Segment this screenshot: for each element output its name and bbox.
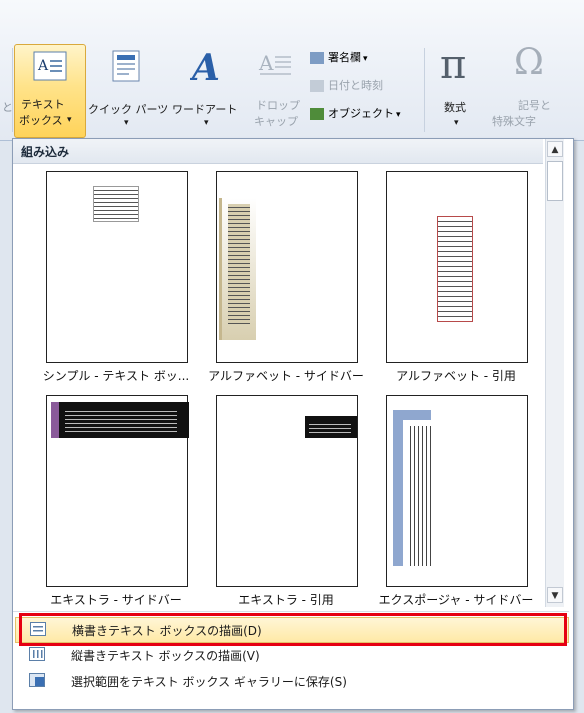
thumbnail	[46, 171, 188, 363]
thumbnail	[216, 395, 358, 587]
chevron-down-icon: ▾	[454, 118, 459, 128]
symbol-label-2: 特殊文字	[492, 115, 536, 128]
chevron-down-icon: ▾	[363, 54, 368, 64]
drop-cap-label-1: ドロップ	[256, 99, 300, 112]
object-button[interactable]: オブジェクト ▾	[310, 106, 401, 123]
ribbon-separator	[12, 48, 13, 132]
chevron-down-icon: ▾	[204, 118, 209, 128]
preview-bar	[393, 410, 431, 420]
equation-label: 数式	[444, 101, 466, 114]
quick-parts-icon	[112, 50, 140, 82]
preview-lines	[407, 426, 433, 566]
svg-text:A: A	[190, 48, 220, 84]
preview-quote	[301, 416, 357, 438]
preview-bar	[393, 410, 403, 566]
gallery-item-simple[interactable]: シンプル - テキスト ボッ...	[31, 171, 191, 391]
object-label: オブジェクト	[328, 107, 394, 120]
thumbnail	[46, 395, 189, 587]
gallery-header: 組み込み	[13, 139, 543, 164]
date-time-button[interactable]: 日付と時刻	[310, 78, 383, 93]
menu-separator	[13, 611, 569, 612]
thumbnail	[216, 171, 358, 363]
preview-textbox	[93, 186, 139, 222]
gallery-caption: エキストラ - 引用	[238, 593, 334, 607]
pi-icon: π	[440, 42, 467, 88]
draw-vertical-textbox-item[interactable]: 縦書きテキスト ボックスの描画(V)	[15, 643, 567, 667]
gallery-item-alphabet-quote[interactable]: アルファベット - 引用	[371, 171, 531, 391]
object-icon	[310, 108, 324, 120]
svg-text:A: A	[37, 58, 49, 74]
vertical-textbox-icon	[29, 647, 45, 661]
gallery-caption: アルファベット - 引用	[396, 369, 516, 383]
thumbnail	[386, 171, 528, 363]
date-time-label: 日付と時刻	[328, 79, 383, 92]
quick-parts-button[interactable]: クイック パーツ ▾	[88, 44, 169, 136]
preview-lines	[228, 204, 250, 324]
save-to-gallery-item[interactable]: 選択範囲をテキスト ボックス ギャラリーに保存(S)	[15, 669, 567, 693]
preview-quote	[437, 216, 473, 322]
scroll-down-icon[interactable]: ▼	[547, 587, 563, 603]
drop-cap-icon: A	[258, 51, 291, 75]
gallery-item-alphabet-sidebar[interactable]: アルファベット - サイドバー	[201, 171, 364, 391]
save-selection-icon	[29, 673, 45, 687]
menu-item-label: 縦書きテキスト ボックスの描画(V)	[71, 649, 260, 663]
ribbon: と A テキスト ボックス ▾ クイック パーツ ▾ A ワードアート ▾ A …	[0, 0, 584, 141]
signature-line-button[interactable]: 署名欄 ▾	[310, 50, 368, 67]
textbox-label-2: ボックス	[19, 114, 63, 127]
chevron-down-icon: ▾	[67, 115, 72, 125]
symbol-label-1: 記号と	[518, 99, 551, 112]
scroll-up-icon[interactable]: ▲	[547, 141, 563, 157]
drop-cap-label-2: キャップ	[254, 115, 298, 128]
thumbnail	[386, 395, 528, 587]
calendar-icon	[310, 80, 324, 92]
equation-button[interactable]: π 数式 ▾	[428, 42, 488, 136]
preview-sidebar	[219, 198, 256, 340]
gallery-item-exposure-sidebar[interactable]: エクスポージャ - サイドバー	[371, 395, 533, 615]
textbox-button[interactable]: A テキスト ボックス ▾	[14, 44, 86, 138]
gallery-caption: シンプル - テキスト ボッ...	[42, 369, 190, 383]
gallery-caption: エキストラ - サイドバー	[50, 593, 182, 607]
gallery-caption: アルファベット - サイドバー	[208, 369, 364, 383]
gallery-scrollbar[interactable]: ▲ ▼	[545, 139, 564, 607]
gallery-item-extra-sidebar[interactable]: エキストラ - サイドバー	[31, 395, 191, 615]
preview-lines	[65, 408, 177, 432]
ribbon-separator	[424, 48, 425, 132]
preview-sidebar	[51, 402, 189, 438]
chevron-down-icon: ▾	[396, 110, 401, 120]
signature-icon	[310, 52, 324, 64]
drop-cap-button[interactable]: A ドロップ キャップ	[250, 44, 302, 136]
gallery-caption: エクスポージャ - サイドバー	[378, 593, 534, 607]
gallery-header-label: 組み込み	[21, 145, 70, 159]
callout-highlight-box	[19, 613, 567, 646]
wordart-button[interactable]: A ワードアート ▾	[168, 44, 248, 136]
chevron-down-icon: ▾	[124, 118, 129, 128]
wordart-icon: A	[190, 48, 220, 84]
quick-parts-label: クイック パーツ	[88, 103, 169, 116]
gallery-item-extra-quote[interactable]: エキストラ - 引用	[201, 395, 361, 615]
textbox-label-1: テキスト	[21, 98, 65, 111]
omega-icon: Ω	[514, 42, 544, 83]
textbox-icon: A	[33, 51, 67, 81]
menu-item-label: 選択範囲をテキスト ボックス ギャラリーに保存(S)	[71, 675, 347, 689]
svg-text:A: A	[258, 51, 274, 75]
preview-lines	[309, 421, 351, 433]
wordart-label: ワードアート	[172, 103, 238, 116]
signature-line-label: 署名欄	[328, 51, 361, 64]
scroll-thumb[interactable]	[547, 161, 563, 201]
textbox-gallery-dropdown: 組み込み ▲ ▼ シンプル - テキスト ボッ... アルファベット - サイド…	[12, 138, 574, 710]
symbol-button[interactable]: Ω 記号と 特殊文字	[492, 42, 572, 136]
